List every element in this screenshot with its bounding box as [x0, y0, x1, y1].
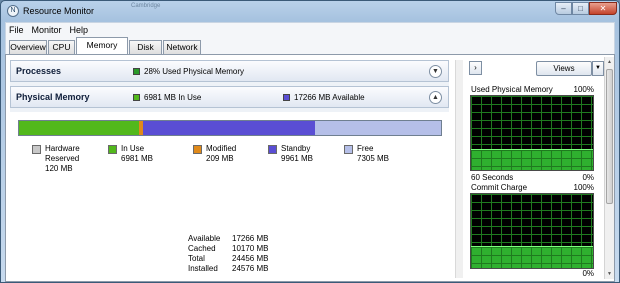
- title-ghost-text: Cambridge: [131, 3, 161, 9]
- memory-bar-segment-free: [314, 121, 441, 135]
- menu-help[interactable]: Help: [70, 25, 89, 35]
- window-title: Resource Monitor: [23, 6, 95, 16]
- left-pane-scrollbar[interactable]: [455, 60, 463, 278]
- used-memory-indicator: [133, 68, 140, 75]
- stat-value-cached: 10170 MB: [232, 244, 269, 253]
- used-physical-memory-graph: Used Physical Memory 100% 60 Seconds 0%: [470, 85, 594, 185]
- free-label: Free: [357, 144, 374, 153]
- scroll-down-icon[interactable]: ▼: [605, 269, 614, 279]
- free-swatch: [344, 145, 353, 154]
- graph-fill: [471, 149, 593, 170]
- modified-value: 209 MB: [206, 154, 234, 163]
- minimize-icon: –: [561, 4, 566, 13]
- graph-pane: › Views ▼ Used Physical Memory 100% 60 S…: [466, 57, 612, 279]
- hardware-reserved-value: 120 MB: [45, 164, 73, 173]
- physical-memory-body: Hardware Reserved 120 MB In Use 6981 MB …: [10, 112, 449, 278]
- stat-row-total: Total 24456 MB: [188, 254, 268, 264]
- free-value: 7305 MB: [357, 154, 390, 163]
- in-use-indicator: [133, 94, 140, 101]
- physical-memory-section-header[interactable]: Physical Memory 6981 MB In Use 17266 MB …: [10, 86, 449, 108]
- available-summary: 17266 MB Available: [294, 93, 365, 102]
- reserved-label: Reserved: [45, 154, 80, 163]
- views-button[interactable]: Views: [536, 61, 592, 76]
- chevron-right-icon: ›: [474, 63, 477, 72]
- graph-fill: [471, 245, 593, 268]
- available-indicator: [283, 94, 290, 101]
- resource-monitor-window: N Resource Monitor Cambridge – □ ✕ File …: [0, 0, 620, 283]
- resource-monitor-app-icon: N: [7, 5, 19, 17]
- scroll-up-icon[interactable]: ▲: [605, 57, 614, 67]
- dropdown-arrow-icon: ▼: [595, 65, 601, 71]
- in-use-summary: 6981 MB In Use: [144, 93, 202, 102]
- hardware-reserved-swatch: [32, 145, 41, 154]
- processes-title: Processes: [16, 66, 62, 76]
- close-button[interactable]: ✕: [589, 2, 617, 15]
- stat-value-installed: 24576 MB: [232, 264, 269, 273]
- menu-file[interactable]: File: [9, 25, 24, 35]
- collapse-pane-button[interactable]: ›: [469, 61, 482, 75]
- graph-pane-scrollbar[interactable]: ▲ ▼: [604, 57, 614, 279]
- graph-time-label: 60 Seconds: [471, 173, 514, 182]
- graph-max-label: 100%: [573, 85, 594, 94]
- stat-label-cached: Cached: [188, 244, 216, 253]
- tab-network[interactable]: Network: [163, 40, 201, 54]
- in-use-swatch: [108, 145, 117, 154]
- stat-row-available: Available 17266 MB: [188, 234, 268, 244]
- tab-overview[interactable]: Overview: [9, 40, 47, 54]
- physical-memory-title: Physical Memory: [16, 92, 90, 102]
- stat-label-installed: Installed: [188, 264, 218, 273]
- menu-monitor[interactable]: Monitor: [32, 25, 62, 35]
- tab-disk[interactable]: Disk: [129, 40, 162, 54]
- standby-value: 9961 MB: [281, 154, 314, 163]
- memory-stats: Available 17266 MB Cached 10170 MB Total…: [188, 234, 268, 274]
- graph-title-commit-charge: Commit Charge: [471, 183, 528, 192]
- stat-value-total: 24456 MB: [232, 254, 269, 263]
- memory-bar-segment-standby: [143, 121, 315, 135]
- maximize-icon: □: [578, 4, 583, 13]
- minimize-button[interactable]: –: [555, 2, 572, 15]
- close-icon: ✕: [599, 4, 607, 13]
- stat-row-installed: Installed 24576 MB: [188, 264, 268, 274]
- graph-min-label: 0%: [582, 269, 594, 278]
- graph-pane-toolbar: › Views ▼: [466, 57, 612, 79]
- graph-max-label: 100%: [573, 183, 594, 192]
- views-dropdown-button[interactable]: ▼: [592, 61, 604, 76]
- tab-bar: Overview CPU Memory Disk Network: [5, 36, 615, 54]
- stat-label-available: Available: [188, 234, 221, 243]
- stat-label-total: Total: [188, 254, 205, 263]
- modified-swatch: [193, 145, 202, 154]
- in-use-label: In Use: [121, 144, 145, 153]
- graph-canvas: [470, 193, 594, 269]
- stat-row-cached: Cached 10170 MB: [188, 244, 268, 254]
- window-controls: – □ ✕: [555, 2, 617, 16]
- scroll-thumb[interactable]: [606, 69, 613, 204]
- memory-usage-bar: [18, 120, 442, 136]
- title-bar: N Resource Monitor Cambridge – □ ✕: [1, 1, 619, 21]
- in-use-value: 6981 MB: [121, 154, 154, 163]
- modified-label: Modified: [206, 144, 237, 153]
- memory-bar-segment-in-use: [19, 121, 140, 135]
- tab-memory[interactable]: Memory: [76, 37, 128, 54]
- menu-bar: File Monitor Help: [5, 22, 615, 36]
- chevron-down-icon[interactable]: ▼: [429, 65, 442, 78]
- graph-min-label: 0%: [582, 173, 594, 182]
- standby-swatch: [268, 145, 277, 154]
- graph-canvas: [470, 95, 594, 171]
- standby-label: Standby: [281, 144, 311, 153]
- processes-section-header[interactable]: Processes 28% Used Physical Memory ▼: [10, 60, 449, 82]
- left-pane: Processes 28% Used Physical Memory ▼ Phy…: [10, 60, 449, 278]
- chevron-up-icon[interactable]: ▲: [429, 91, 442, 104]
- commit-charge-graph: Commit Charge 100% 0%: [470, 183, 594, 279]
- graph-title-used-physical-memory: Used Physical Memory: [471, 85, 553, 94]
- maximize-button[interactable]: □: [572, 2, 589, 15]
- processes-summary: 28% Used Physical Memory: [144, 67, 245, 76]
- hardware-label: Hardware: [45, 144, 80, 153]
- stat-value-available: 17266 MB: [232, 234, 269, 243]
- tab-cpu[interactable]: CPU: [48, 40, 75, 54]
- memory-tab-content: Processes 28% Used Physical Memory ▼ Phy…: [5, 54, 615, 282]
